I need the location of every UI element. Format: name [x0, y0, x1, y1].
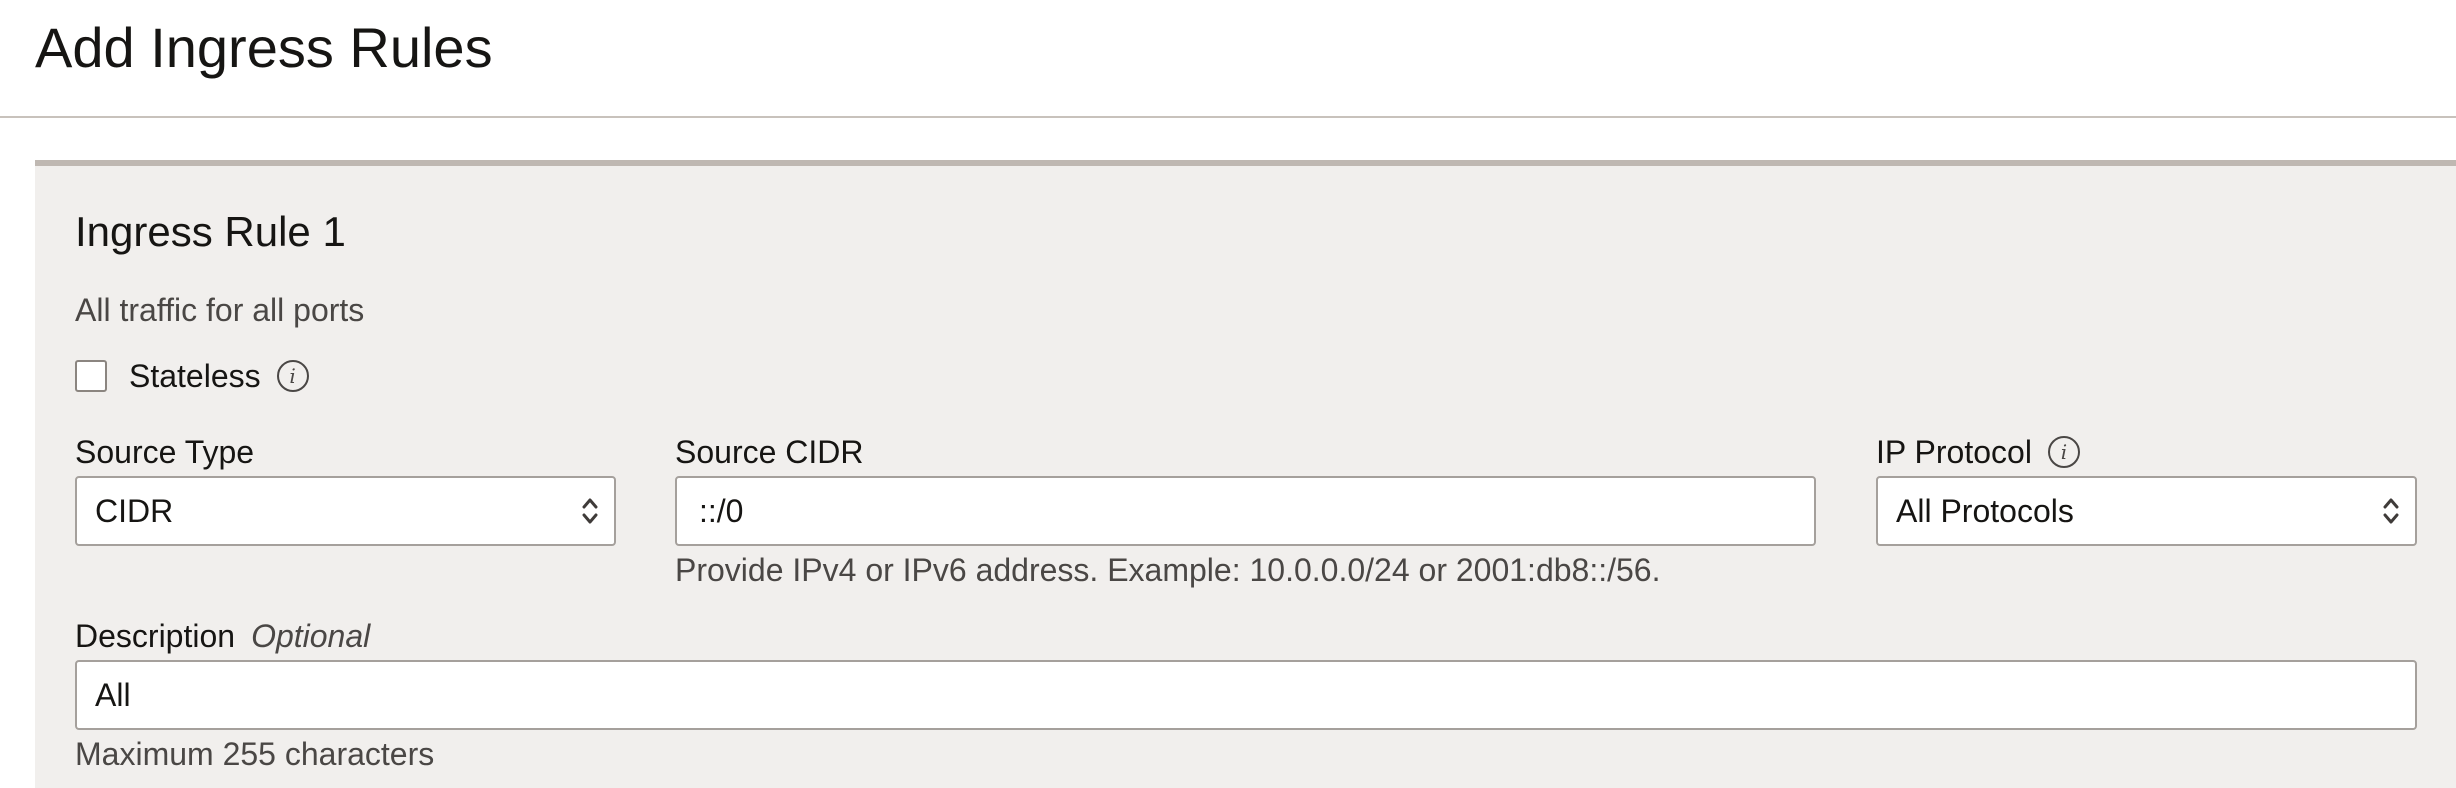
ip-protocol-label-text: IP Protocol: [1876, 434, 2032, 470]
stateless-checkbox[interactable]: [75, 360, 107, 392]
source-cidr-input[interactable]: ::/0: [675, 476, 1816, 546]
stateless-info-icon[interactable]: i: [276, 360, 309, 392]
rule-summary: All traffic for all ports: [75, 292, 365, 328]
description-help: Maximum 255 characters: [75, 736, 435, 772]
source-type-label: Source Type: [75, 432, 254, 472]
up-down-chevron-icon: [582, 498, 598, 524]
stateless-row: Stateless i: [75, 356, 309, 396]
description-optional-label: Optional: [251, 618, 371, 654]
up-down-chevron-icon: [2383, 498, 2399, 524]
source-cidr-value: ::/0: [699, 492, 744, 529]
rule-title: Ingress Rule 1: [75, 208, 346, 255]
ip-protocol-value: All Protocols: [1896, 492, 2074, 529]
description-label: Description Optional: [75, 616, 370, 656]
page-header: Add Ingress Rules: [0, 0, 2456, 118]
source-type-label-text: Source Type: [75, 434, 255, 470]
description-input[interactable]: All: [75, 660, 2417, 730]
stateless-label: Stateless: [129, 357, 261, 394]
description-value: All: [95, 676, 131, 713]
source-cidr-label-text: Source CIDR: [675, 434, 864, 470]
source-cidr-label: Source CIDR: [675, 432, 864, 472]
source-type-select[interactable]: CIDR: [75, 476, 616, 546]
source-cidr-help: Provide IPv4 or IPv6 address. Example: 1…: [675, 552, 1661, 588]
ip-protocol-label: IP Protocol i: [1876, 432, 2080, 472]
description-label-text: Description: [75, 618, 236, 654]
ip-protocol-select[interactable]: All Protocols: [1876, 476, 2417, 546]
page-title: Add Ingress Rules: [35, 16, 493, 79]
ip-protocol-info-icon[interactable]: i: [2047, 436, 2080, 468]
source-type-value: CIDR: [95, 492, 174, 529]
